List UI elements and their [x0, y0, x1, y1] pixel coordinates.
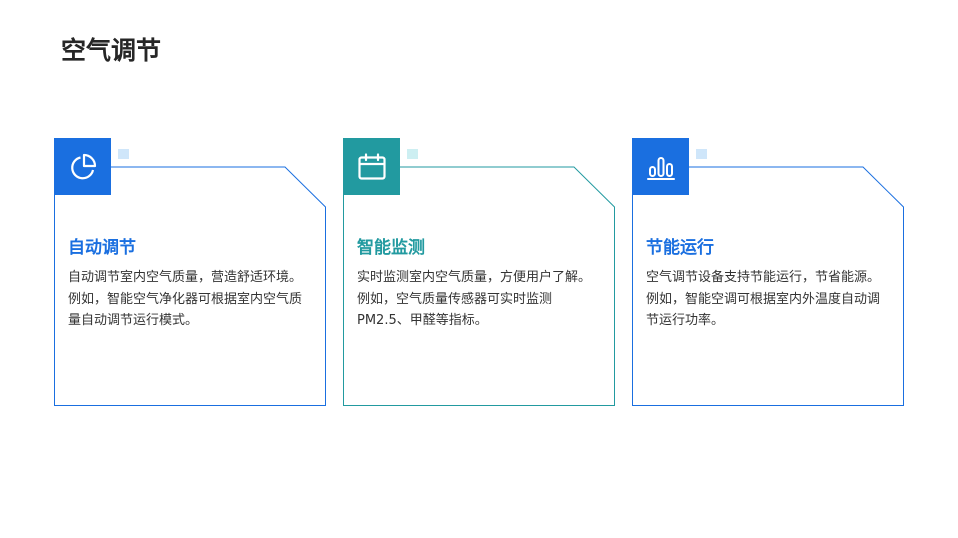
page-title: 空气调节 [61, 36, 162, 65]
calendar-icon [357, 152, 386, 180]
card-description-line: 例如，智能空调可根据室内外温度自动调节运行功率。 [646, 291, 881, 329]
card-description-line: 自动调节室内空气质量，营造舒适环境。 [68, 270, 303, 285]
card-description-line: 空气调节设备支持节能运行，节省能源。 [646, 270, 881, 285]
card-description-line: 例如，智能空气净化器可根据室内空气质量自动调节运行模式。 [68, 291, 303, 329]
icon-tile [54, 138, 111, 195]
feature-card-energy-saving: 节能运行 空气调节设备支持节能运行，节省能源。 例如，智能空调可根据室内外温度自… [632, 138, 906, 406]
feature-card-auto-adjust: 自动调节 自动调节室内空气质量，营造舒适环境。 例如，智能空气净化器可根据室内空… [54, 138, 328, 406]
card-description-line: 例如，空气质量传感器可实时监测PM2.5、甲醛等指标。 [357, 291, 553, 329]
bar-chart-icon [646, 156, 675, 180]
accent-square [696, 149, 707, 159]
icon-tile [343, 138, 400, 195]
accent-square [118, 149, 129, 159]
card-description: 自动调节室内空气质量，营造舒适环境。 例如，智能空气净化器可根据室内空气质量自动… [68, 267, 312, 332]
card-title: 自动调节 [68, 238, 136, 258]
icon-tile [632, 138, 689, 195]
card-title: 节能运行 [646, 238, 714, 258]
card-description: 空气调节设备支持节能运行，节省能源。 例如，智能空调可根据室内外温度自动调节运行… [646, 267, 890, 332]
card-title: 智能监测 [357, 238, 425, 258]
card-description: 实时监测室内空气质量，方便用户了解。 例如，空气质量传感器可实时监测PM2.5、… [357, 267, 601, 332]
card-description-line: 实时监测室内空气质量，方便用户了解。 [357, 270, 592, 285]
pie-chart-icon [70, 153, 96, 179]
feature-card-smart-monitor: 智能监测 实时监测室内空气质量，方便用户了解。 例如，空气质量传感器可实时监测P… [343, 138, 617, 406]
accent-square [407, 149, 418, 159]
